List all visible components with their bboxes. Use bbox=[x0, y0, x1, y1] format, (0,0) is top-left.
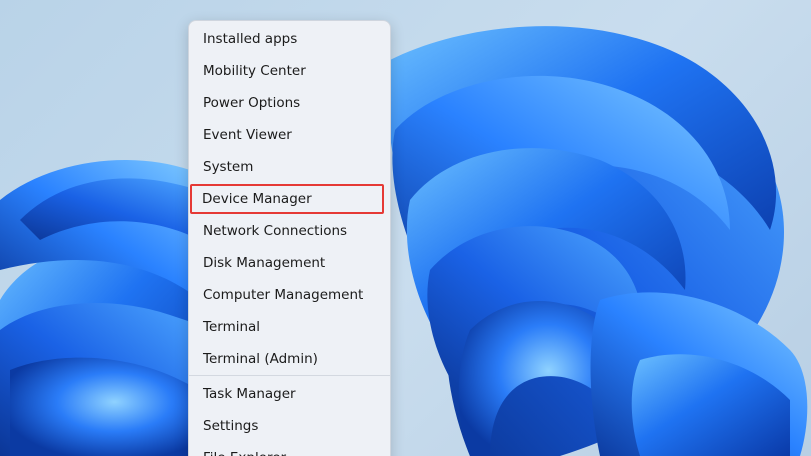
menu-item-installed-apps[interactable]: Installed apps bbox=[191, 24, 388, 54]
menu-item-disk-management[interactable]: Disk Management bbox=[191, 248, 388, 278]
menu-item-power-options[interactable]: Power Options bbox=[191, 88, 388, 118]
menu-item-task-manager[interactable]: Task Manager bbox=[191, 379, 388, 409]
menu-item-network-connections[interactable]: Network Connections bbox=[191, 216, 388, 246]
menu-item-settings[interactable]: Settings bbox=[191, 411, 388, 441]
desktop-wallpaper bbox=[0, 26, 808, 456]
menu-item-file-explorer[interactable]: File Explorer bbox=[191, 443, 388, 456]
menu-item-device-manager[interactable]: Device Manager bbox=[190, 184, 384, 214]
menu-item-event-viewer[interactable]: Event Viewer bbox=[191, 120, 388, 150]
winx-context-menu: Installed apps Mobility Center Power Opt… bbox=[188, 20, 391, 456]
menu-item-computer-management[interactable]: Computer Management bbox=[191, 280, 388, 310]
menu-divider bbox=[189, 375, 390, 376]
desktop-screen: Installed apps Mobility Center Power Opt… bbox=[0, 0, 811, 456]
menu-item-terminal[interactable]: Terminal bbox=[191, 312, 388, 342]
menu-item-mobility-center[interactable]: Mobility Center bbox=[191, 56, 388, 86]
menu-item-system[interactable]: System bbox=[191, 152, 388, 182]
menu-item-terminal-admin[interactable]: Terminal (Admin) bbox=[191, 344, 388, 374]
